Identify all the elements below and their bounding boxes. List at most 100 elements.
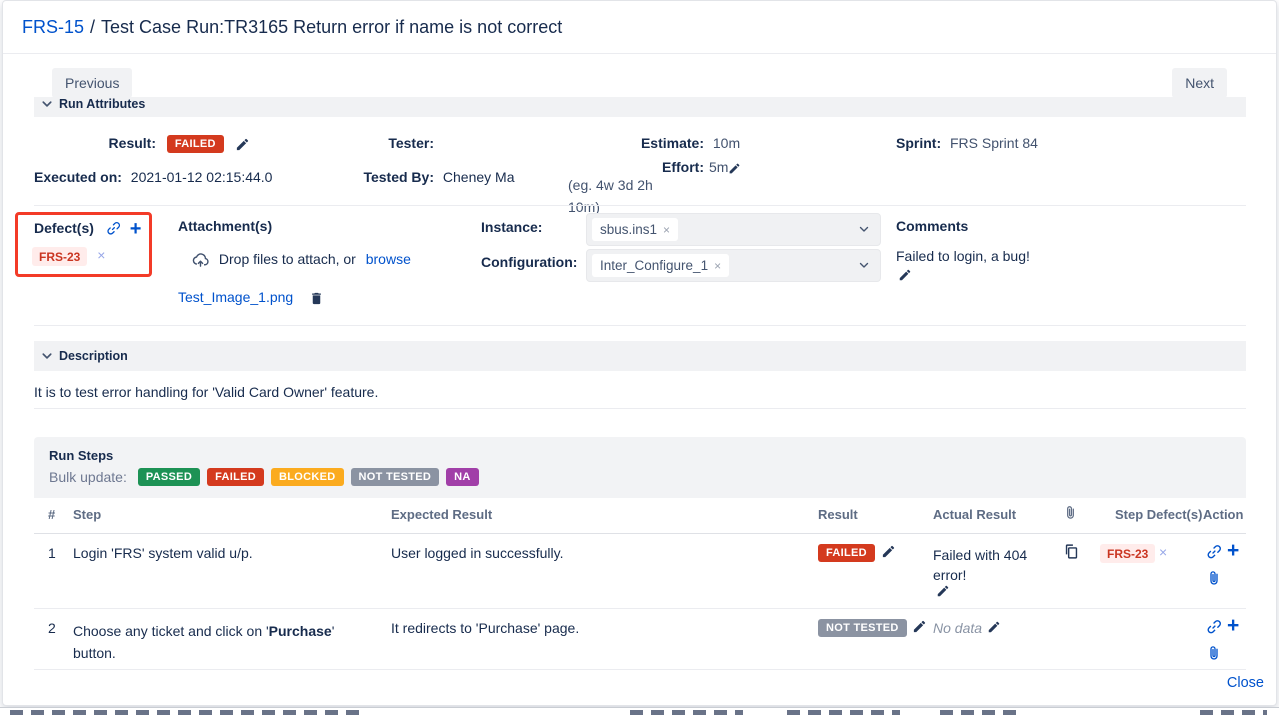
expected-result-text: User logged in successfully. <box>391 545 751 561</box>
browse-link[interactable]: browse <box>366 251 411 267</box>
step-result-badge: NOT TESTED <box>818 619 907 637</box>
run-attributes-section-header[interactable]: Run Attributes <box>34 97 1246 117</box>
attach-file-icon[interactable] <box>1206 645 1222 661</box>
comments-header: Comments <box>896 218 968 234</box>
bulk-blocked-button[interactable]: BLOCKED <box>271 468 344 486</box>
estimate-value: 10m <box>713 135 740 151</box>
sprint-label: Sprint: <box>896 135 941 151</box>
previous-button[interactable]: Previous <box>52 68 132 98</box>
background-page-strip <box>0 707 1279 715</box>
bulk-na-button[interactable]: NA <box>446 468 479 486</box>
drop-files-text: Drop files to attach, or <box>219 251 356 267</box>
edit-comment-icon[interactable] <box>898 268 912 282</box>
col-step-defects: Step Defect(s) <box>1115 507 1202 522</box>
actual-result-text: Failed with 404 error! <box>933 545 1037 586</box>
edit-actual-result-icon[interactable] <box>936 584 950 598</box>
executed-on-value: 2021-01-12 02:15:44.0 <box>131 169 273 185</box>
description-text: It is to test error handling for 'Valid … <box>34 384 378 400</box>
sprint-value: FRS Sprint 84 <box>950 135 1038 151</box>
comment-text: Failed to login, a bug! <box>896 248 1030 264</box>
actual-result-placeholder: No data <box>933 620 982 636</box>
add-defect-icon[interactable]: + <box>130 218 142 240</box>
close-button[interactable]: Close <box>1227 675 1264 691</box>
tested-by-label: Tested By: <box>334 169 434 185</box>
table-row: 1 Login 'FRS' system valid u/p. User log… <box>34 534 1246 609</box>
steps-table-header: # Step Expected Result Result Actual Res… <box>34 498 1246 534</box>
edit-step-result-icon[interactable] <box>881 544 896 559</box>
page-title: Test Case Run:TR3165 Return error if nam… <box>101 17 562 38</box>
estimate-label: Estimate: <box>564 135 704 151</box>
edit-step-result-icon[interactable] <box>912 619 927 634</box>
divider <box>34 408 1246 409</box>
instance-chip: sbus.ins1× <box>592 218 678 241</box>
instance-select[interactable]: sbus.ins1× <box>586 213 881 246</box>
test-case-run-dialog: FRS-15 / Test Case Run:TR3165 Return err… <box>2 0 1277 706</box>
bulk-update-row: Bulk update: PASSED FAILED BLOCKED NOT T… <box>49 468 479 486</box>
col-actual: Actual Result <box>933 507 1016 522</box>
chevron-down-icon <box>857 222 871 236</box>
description-title: Description <box>59 349 128 363</box>
run-steps-header: Run Steps <box>49 448 113 463</box>
upload-cloud-icon <box>192 252 209 269</box>
configuration-select[interactable]: Inter_Configure_1× <box>586 249 881 282</box>
remove-defect-icon[interactable]: × <box>97 247 105 263</box>
divider <box>34 325 1246 326</box>
defects-header: Defect(s) <box>34 220 94 236</box>
remove-instance-icon[interactable]: × <box>663 223 670 237</box>
bulk-passed-button[interactable]: PASSED <box>138 468 200 486</box>
add-step-defect-icon[interactable]: + <box>1227 544 1239 558</box>
col-num: # <box>48 507 55 522</box>
col-expected: Expected Result <box>391 507 492 522</box>
edit-effort-icon[interactable] <box>728 162 741 175</box>
link-defect-icon[interactable] <box>105 221 121 237</box>
effort-label: Effort: <box>564 159 704 175</box>
title-separator: / <box>90 17 95 38</box>
dialog-header: FRS-15 / Test Case Run:TR3165 Return err… <box>3 1 1276 54</box>
description-section-header[interactable]: Description <box>34 341 1246 371</box>
add-step-defect-icon[interactable]: + <box>1227 619 1239 633</box>
edit-result-icon[interactable] <box>235 137 250 152</box>
run-details-row: Defect(s) + FRS-23 × Attachment(s) Drop … <box>34 205 1246 326</box>
attach-file-icon[interactable] <box>1206 570 1222 586</box>
chevron-down-icon <box>857 258 871 272</box>
executed-on-label: Executed on: <box>34 169 122 185</box>
attachments-header: Attachment(s) <box>178 218 272 234</box>
step-text: Choose any ticket and click on 'Purchase… <box>73 620 373 665</box>
copy-icon[interactable] <box>1063 543 1080 560</box>
col-action: Action <box>1203 507 1243 522</box>
col-step: Step <box>73 507 101 522</box>
attachment-file-link[interactable]: Test_Image_1.png <box>178 289 293 305</box>
defect-chip[interactable]: FRS-23 <box>32 247 87 266</box>
tested-by-value: Cheney Ma <box>443 169 515 185</box>
step-result-badge: FAILED <box>818 544 875 562</box>
col-result: Result <box>818 507 858 522</box>
edit-actual-result-icon[interactable] <box>987 620 1001 634</box>
tester-label: Tester: <box>388 135 434 151</box>
paperclip-icon <box>1063 505 1078 520</box>
link-defect-icon[interactable] <box>1205 544 1222 561</box>
bulk-update-label: Bulk update: <box>49 469 127 485</box>
run-steps-panel: Run Steps Bulk update: PASSED FAILED BLO… <box>34 437 1246 498</box>
table-row: 2 Choose any ticket and click on 'Purcha… <box>34 609 1246 670</box>
remove-step-defect-icon[interactable]: × <box>1159 544 1167 560</box>
configuration-chip: Inter_Configure_1× <box>592 254 729 277</box>
result-label: Result: <box>34 135 156 151</box>
issue-key-link[interactable]: FRS-15 <box>22 17 84 38</box>
chevron-down-icon <box>42 351 52 361</box>
step-text: Login 'FRS' system valid u/p. <box>73 545 373 561</box>
next-button[interactable]: Next <box>1172 68 1227 98</box>
remove-configuration-icon[interactable]: × <box>714 259 721 273</box>
bulk-failed-button[interactable]: FAILED <box>207 468 264 486</box>
link-defect-icon[interactable] <box>1205 619 1222 636</box>
step-defect-chip[interactable]: FRS-23 <box>1100 544 1155 563</box>
result-status-badge: FAILED <box>167 135 224 153</box>
bulk-not-tested-button[interactable]: NOT TESTED <box>351 468 440 486</box>
instance-label: Instance: <box>481 219 542 235</box>
delete-attachment-icon[interactable] <box>309 291 324 306</box>
chevron-down-icon <box>42 99 52 109</box>
step-number: 1 <box>48 545 56 561</box>
step-number: 2 <box>48 620 56 636</box>
run-attributes-body: Result: FAILED Executed on: 2021-01-12 0… <box>34 117 1246 205</box>
effort-value: 5m <box>709 159 728 175</box>
run-attributes-title: Run Attributes <box>59 97 145 111</box>
